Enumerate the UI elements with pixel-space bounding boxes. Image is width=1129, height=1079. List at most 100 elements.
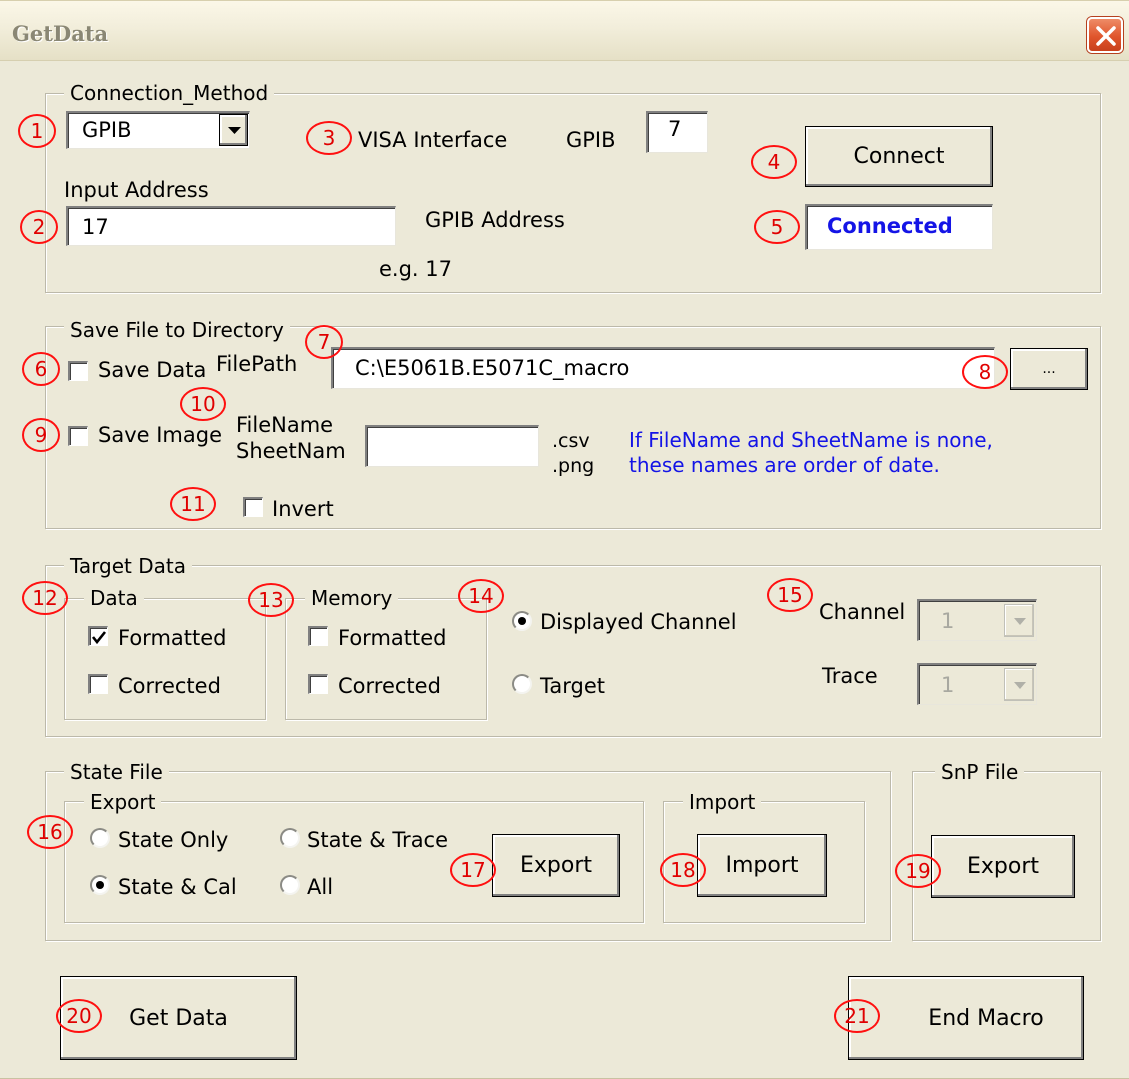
callout-20: 20 (56, 999, 102, 1033)
data-formatted-label: Formatted (118, 626, 227, 650)
memory-legend: Memory (305, 586, 399, 610)
png-extension: .png (552, 455, 595, 477)
address-input[interactable]: 17 (66, 206, 396, 246)
save-data-checkbox[interactable] (68, 361, 88, 381)
channel-value: 1 (941, 609, 955, 633)
getdata-dialog: GetData Connection_Method GPIB VISA Inte… (0, 0, 1129, 1079)
gpib-interface-field[interactable]: 7 (646, 111, 708, 153)
filename-hint-line1: If FileName and SheetName is none, (629, 428, 993, 452)
callout-14: 14 (458, 579, 504, 613)
callout-6: 6 (22, 352, 60, 386)
callout-2: 2 (20, 210, 58, 244)
gpib-interface-value: 7 (668, 117, 682, 141)
connect-button-label: Connect (853, 144, 945, 169)
address-value: 17 (82, 215, 109, 239)
state-cal-radio[interactable] (90, 875, 110, 895)
filename-input[interactable] (365, 425, 539, 467)
checkmark-icon (91, 631, 107, 645)
state-export-button-label: Export (519, 853, 592, 878)
browse-button[interactable]: ... (1010, 348, 1088, 390)
state-cal-label: State & Cal (118, 875, 237, 899)
chevron-down-icon (1014, 618, 1026, 625)
sheetname-label: SheetNam (236, 439, 346, 463)
radio-selected-dot (518, 617, 526, 625)
save-legend: Save File to Directory (64, 318, 290, 342)
gpib-label: GPIB (566, 128, 616, 152)
save-image-checkbox[interactable] (68, 426, 88, 446)
callout-5: 5 (754, 210, 800, 244)
close-icon (1096, 26, 1116, 46)
window-title: GetData (12, 21, 109, 46)
displayed-channel-label: Displayed Channel (540, 610, 737, 634)
filepath-label: FilePath (216, 352, 298, 376)
memory-formatted-checkbox[interactable] (308, 626, 328, 646)
callout-1: 1 (18, 114, 56, 148)
connection-legend: Connection_Method (64, 81, 275, 105)
memory-formatted-label: Formatted (338, 626, 447, 650)
filepath-input[interactable]: C:\E5061B.E5071C_macro (331, 347, 995, 389)
target-option-label: Target (540, 674, 605, 698)
data-subgroup (64, 598, 266, 720)
browse-button-label: ... (1042, 361, 1056, 377)
filepath-value: C:\E5061B.E5071C_macro (355, 356, 630, 380)
end-macro-button-label: End Macro (928, 1005, 1044, 1031)
channel-dropdown-button[interactable] (1004, 604, 1034, 637)
save-data-label: Save Data (98, 358, 207, 382)
callout-17: 17 (450, 853, 496, 887)
connection-method-dropdown-button[interactable] (219, 114, 248, 146)
data-corrected-checkbox[interactable] (88, 674, 108, 694)
filename-hint-line2: these names are order of date. (629, 453, 940, 477)
close-button[interactable] (1087, 17, 1123, 53)
filename-label: FileName (236, 413, 334, 437)
state-export-button[interactable]: Export (492, 834, 620, 897)
callout-3: 3 (306, 121, 352, 155)
import-button-label: Import (725, 853, 799, 878)
address-example: e.g. 17 (379, 257, 452, 281)
callout-9: 9 (22, 418, 60, 452)
import-legend: Import (683, 790, 762, 814)
input-address-label: Input Address (64, 178, 209, 202)
invert-label: Invert (272, 497, 334, 521)
chevron-down-icon (228, 127, 241, 134)
connection-status: Connected (805, 204, 993, 250)
import-button[interactable]: Import (697, 834, 827, 897)
snp-export-button[interactable]: Export (931, 835, 1075, 898)
displayed-channel-radio[interactable] (512, 611, 532, 631)
gpib-address-label: GPIB Address (425, 208, 565, 232)
state-only-radio[interactable] (90, 828, 110, 848)
save-image-label: Save Image (98, 423, 222, 447)
channel-label: Channel (819, 600, 906, 624)
callout-19: 19 (895, 854, 941, 888)
trace-label: Trace (822, 664, 878, 688)
callout-4: 4 (751, 145, 797, 179)
callout-12: 12 (22, 581, 68, 615)
memory-corrected-label: Corrected (338, 674, 441, 698)
connect-button[interactable]: Connect (805, 126, 993, 187)
radio-selected-dot (96, 881, 104, 889)
state-trace-label: State & Trace (307, 828, 449, 852)
snp-file-legend: SnP File (935, 760, 1025, 784)
target-radio[interactable] (512, 674, 532, 694)
callout-18: 18 (660, 853, 706, 887)
callout-8: 8 (962, 355, 1008, 389)
trace-dropdown-button[interactable] (1004, 668, 1034, 701)
data-formatted-checkbox[interactable] (88, 626, 108, 646)
target-legend: Target Data (64, 554, 192, 578)
callout-10: 10 (180, 387, 226, 421)
trace-value: 1 (941, 673, 955, 697)
memory-subgroup (285, 598, 487, 720)
connection-status-text: Connected (827, 214, 953, 238)
chevron-down-icon (1014, 682, 1026, 689)
state-trace-radio[interactable] (280, 828, 300, 848)
export-legend: Export (84, 790, 162, 814)
snp-export-button-label: Export (966, 854, 1039, 879)
invert-checkbox[interactable] (243, 497, 263, 517)
memory-corrected-checkbox[interactable] (308, 674, 328, 694)
state-file-legend: State File (64, 760, 169, 784)
all-radio[interactable] (280, 875, 300, 895)
state-only-label: State Only (118, 828, 229, 852)
end-macro-button[interactable]: End Macro (848, 976, 1084, 1060)
callout-7: 7 (305, 325, 343, 359)
callout-16: 16 (27, 815, 73, 849)
title-bar[interactable]: GetData (0, 1, 1129, 61)
